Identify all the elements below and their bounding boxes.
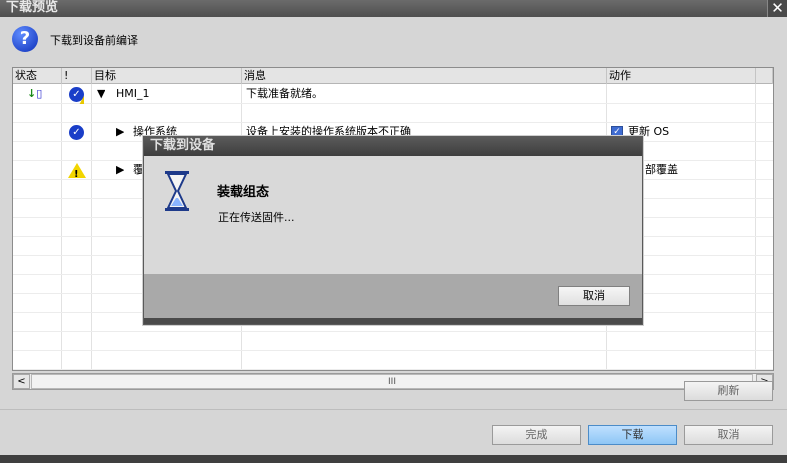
- ok-icon: ✓: [69, 123, 84, 142]
- download-button[interactable]: 下载: [588, 425, 677, 445]
- dialog-footer: 取消: [144, 274, 642, 318]
- column-filler: [756, 68, 773, 84]
- column-flag[interactable]: !: [62, 68, 92, 84]
- ok-warning-icon: ✓: [69, 85, 84, 104]
- scroll-left-icon[interactable]: <: [13, 374, 30, 389]
- download-status-icon: ↓▯: [27, 87, 43, 100]
- table-row-empty: [13, 351, 773, 370]
- action-overwrite[interactable]: 部覆盖: [645, 161, 678, 180]
- dialog-status-message: 正在传送固件...: [218, 211, 295, 224]
- close-icon[interactable]: ✕: [767, 0, 787, 17]
- table-row-empty: [13, 332, 773, 351]
- expand-arrow-right-icon[interactable]: ▶: [116, 161, 124, 180]
- column-message[interactable]: 消息: [242, 68, 607, 84]
- cancel-button[interactable]: 取消: [684, 425, 773, 445]
- table-row-empty: [13, 104, 773, 123]
- help-icon: ?: [12, 26, 38, 52]
- window-title: 下载预览: [0, 0, 787, 17]
- column-target[interactable]: 目标: [92, 68, 242, 84]
- column-action[interactable]: 动作: [607, 68, 756, 84]
- warning-icon: !: [68, 161, 86, 180]
- target-hmi: HMI_1: [116, 87, 150, 100]
- refresh-button[interactable]: 刷新: [684, 381, 773, 401]
- column-status[interactable]: 状态: [13, 68, 62, 84]
- expand-arrow-right-icon[interactable]: ▶: [116, 123, 124, 142]
- expand-arrow-down-icon[interactable]: ▼: [97, 85, 105, 104]
- compile-label: 下载到设备前编译: [50, 34, 138, 47]
- dialog-heading: 装载组态: [217, 185, 270, 200]
- horizontal-scrollbar[interactable]: < III >: [12, 373, 774, 390]
- scroll-thumb[interactable]: III: [31, 374, 753, 389]
- window-bottom-border: [0, 455, 787, 463]
- divider: [0, 409, 787, 410]
- finish-button[interactable]: 完成: [492, 425, 581, 445]
- message-hmi: 下载准备就绪。: [246, 87, 323, 100]
- dialog-bottom-border: [144, 318, 642, 324]
- table-header: 状态 ! 目标 消息 动作: [13, 68, 773, 84]
- download-to-device-dialog: 下载到设备 装载组态 正在传送固件... 取消: [143, 136, 643, 325]
- dialog-title: 下载到设备: [144, 137, 642, 156]
- hourglass-icon: [165, 171, 189, 211]
- table-row-hmi[interactable]: ↓▯ ✓ ▼ HMI_1 下载准备就绪。: [13, 85, 773, 104]
- dialog-content: 装载组态 正在传送固件...: [144, 156, 642, 274]
- dialog-cancel-button[interactable]: 取消: [558, 286, 630, 306]
